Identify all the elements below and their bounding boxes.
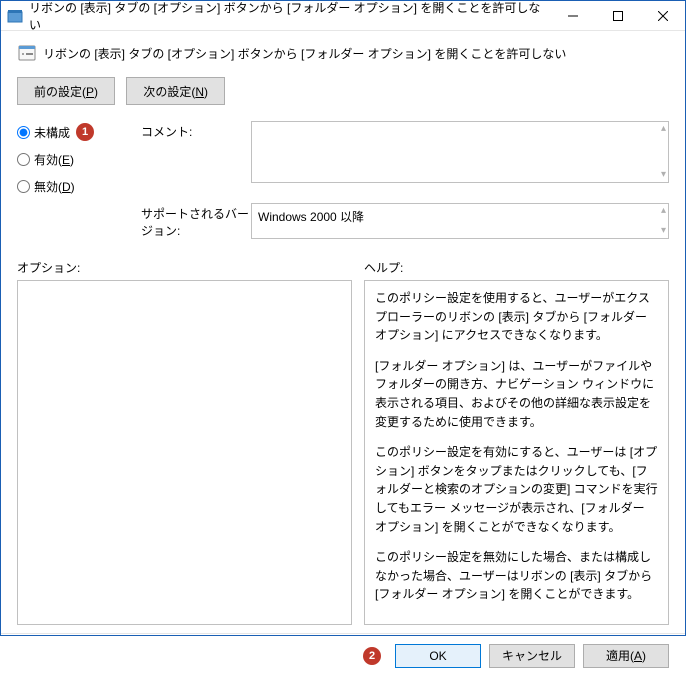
content-area: リボンの [表示] タブの [オプション] ボタンから [フォルダー オプション…	[1, 31, 685, 633]
radio-enabled[interactable]: 有効(E)	[17, 151, 141, 168]
option-label: オプション:	[17, 259, 352, 276]
help-paragraph: [フォルダー オプション] は、ユーザーがファイルやフォルダーの開き方、ナビゲー…	[375, 357, 658, 431]
radio-enabled-input[interactable]	[17, 153, 30, 166]
next-setting-button[interactable]: 次の設定(N)	[126, 77, 225, 105]
help-paragraph: このポリシー設定を無効にした場合、または構成しなかった場合、ユーザーはリボンの …	[375, 548, 658, 604]
help-paragraph: このポリシー設定を使用すると、ユーザーがエクスプローラーのリボンの [表示] タ…	[375, 289, 658, 345]
nav-buttons: 前の設定(P) 次の設定(N)	[17, 77, 669, 105]
dialog-footer: 2 OK キャンセル 適用(A)	[1, 633, 685, 678]
lower-panels: オプション: ヘルプ: このポリシー設定を使用すると、ユーザーがエクスプローラー…	[17, 259, 669, 625]
scroll-up-icon: ▴	[661, 206, 666, 216]
radio-disabled-label: 無効(D)	[34, 178, 75, 195]
scroll-down-icon: ▾	[661, 170, 666, 180]
radio-not-configured[interactable]: 未構成 1	[17, 123, 141, 141]
comment-label: コメント:	[141, 121, 251, 195]
scroll-down-icon: ▾	[661, 226, 666, 236]
policy-header: リボンの [表示] タブの [オプション] ボタンから [フォルダー オプション…	[17, 43, 669, 63]
radio-disabled[interactable]: 無効(D)	[17, 178, 141, 195]
policy-icon	[17, 43, 37, 63]
apply-button[interactable]: 適用(A)	[583, 644, 669, 668]
minimize-button[interactable]	[550, 1, 595, 30]
help-box[interactable]: このポリシー設定を使用すると、ユーザーがエクスプローラーのリボンの [表示] タ…	[364, 280, 669, 625]
radio-not-configured-label: 未構成	[34, 124, 70, 141]
policy-title: リボンの [表示] タブの [オプション] ボタンから [フォルダー オプション…	[43, 45, 566, 62]
close-button[interactable]	[640, 1, 685, 30]
cancel-button[interactable]: キャンセル	[489, 644, 575, 668]
supported-field: Windows 2000 以降 ▴ ▾	[251, 203, 669, 239]
radio-disabled-input[interactable]	[17, 180, 30, 193]
supported-label: サポートされるバージョン:	[141, 203, 251, 239]
window-title: リボンの [表示] タブの [オプション] ボタンから [フォルダー オプション…	[29, 0, 550, 33]
scroll-up-icon: ▴	[661, 124, 666, 134]
maximize-button[interactable]	[595, 1, 640, 30]
supported-row: サポートされるバージョン: Windows 2000 以降 ▴ ▾	[17, 203, 669, 239]
ok-button[interactable]: OK	[395, 644, 481, 668]
radio-group: 未構成 1 有効(E) 無効(D)	[17, 121, 141, 195]
annotation-badge-1: 1	[76, 123, 94, 141]
window-controls	[550, 1, 685, 30]
radio-not-configured-input[interactable]	[17, 126, 30, 139]
help-paragraph: このポリシー設定を有効にすると、ユーザーは [オプション] ボタンをタップまたは…	[375, 443, 658, 536]
annotation-badge-2: 2	[363, 647, 381, 665]
help-label: ヘルプ:	[364, 259, 669, 276]
comment-field[interactable]: ▴ ▾	[251, 121, 669, 183]
option-box[interactable]	[17, 280, 352, 625]
radio-enabled-label: 有効(E)	[34, 151, 74, 168]
title-bar: リボンの [表示] タブの [オプション] ボタンから [フォルダー オプション…	[1, 1, 685, 31]
config-row: 未構成 1 有効(E) 無効(D) コメント: ▴ ▾	[17, 121, 669, 195]
app-icon	[7, 8, 23, 24]
supported-value: Windows 2000 以降	[258, 210, 364, 224]
prev-setting-button[interactable]: 前の設定(P)	[17, 77, 115, 105]
